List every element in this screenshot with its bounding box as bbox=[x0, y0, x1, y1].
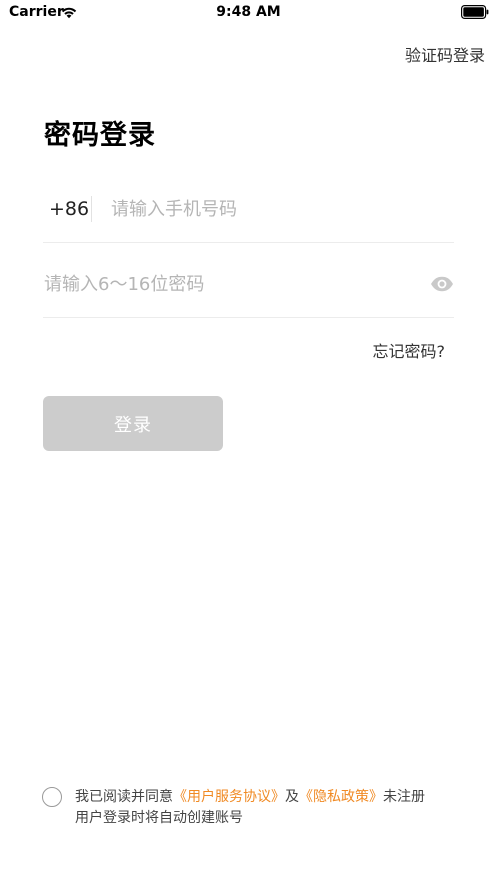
agreement-checkbox[interactable] bbox=[42, 787, 62, 807]
agreement-conjunction: 及 bbox=[285, 789, 299, 805]
eye-icon[interactable] bbox=[430, 275, 454, 293]
clock: 9:48 AM bbox=[216, 4, 281, 20]
sms-login-link[interactable]: 验证码登录 bbox=[405, 42, 485, 66]
phone-field-row: +86 bbox=[43, 186, 454, 243]
agreement-prefix: 我已阅读并同意 bbox=[75, 789, 173, 805]
phone-input[interactable] bbox=[111, 194, 441, 224]
password-input[interactable] bbox=[44, 269, 404, 299]
login-button[interactable]: 登录 bbox=[43, 396, 223, 451]
battery-icon bbox=[461, 5, 489, 19]
agreement-text: 我已阅读并同意《用户服务协议》及《隐私政策》未注册用户登录时将自动创建账号 bbox=[75, 787, 435, 829]
user-agreement-link[interactable]: 《用户服务协议》 bbox=[173, 789, 285, 805]
password-field-row bbox=[43, 261, 454, 318]
page-title: 密码登录 bbox=[44, 120, 156, 151]
privacy-policy-link[interactable]: 《隐私政策》 bbox=[299, 789, 383, 805]
country-code-divider bbox=[91, 196, 92, 222]
status-bar: Carrier 9:48 AM bbox=[0, 0, 497, 26]
country-code-selector[interactable]: +86 bbox=[49, 198, 89, 220]
forgot-password-link[interactable]: 忘记密码? bbox=[373, 338, 446, 362]
